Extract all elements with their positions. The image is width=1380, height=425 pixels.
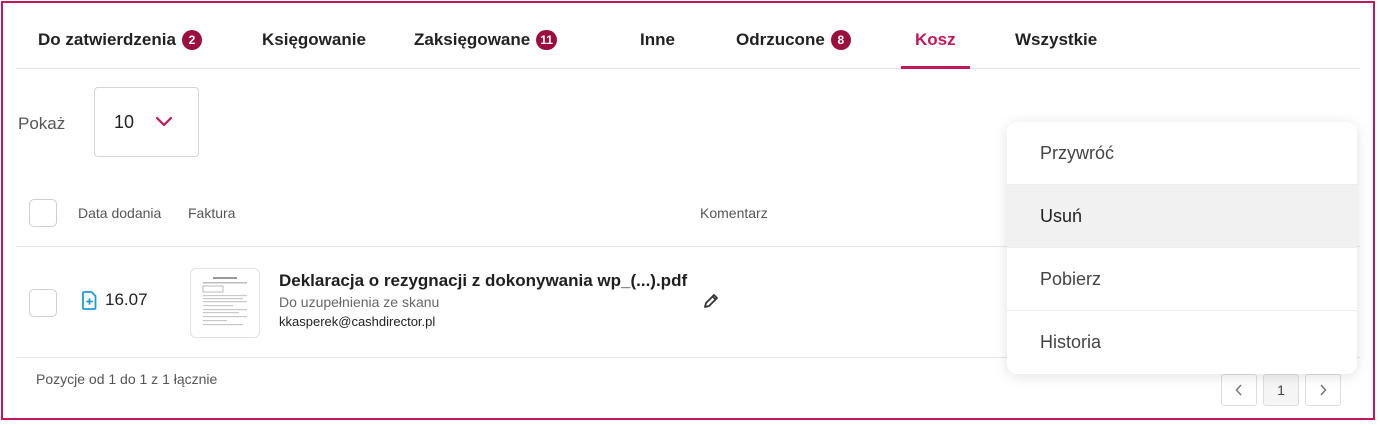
menu-item-history[interactable]: Historia	[1007, 311, 1357, 374]
tab-label: Inne	[640, 30, 675, 49]
tab-bar: Do zatwierdzenia 2 Księgowanie Zaksięgow…	[16, 12, 1360, 69]
chevron-down-icon	[156, 117, 173, 127]
tab-label: Zaksięgowane	[414, 30, 531, 49]
row-checkbox[interactable]	[29, 289, 57, 317]
column-header-invoice[interactable]: Faktura	[188, 205, 235, 221]
tab-odrzucone[interactable]: Odrzucone 8	[736, 12, 851, 68]
column-header-comment[interactable]: Komentarz	[700, 205, 768, 221]
invoice-thumbnail[interactable]	[190, 268, 260, 338]
tab-label: Księgowanie	[262, 30, 366, 49]
invoice-file-name[interactable]: Deklaracja o rezygnacji z dokonywania wp…	[279, 271, 687, 291]
invoice-status: Do uzupełnienia ze skanu	[279, 294, 440, 310]
uploader-email: kkasperek@cashdirector.pl	[279, 314, 436, 329]
select-all-checkbox[interactable]	[29, 199, 57, 227]
tab-count-badge: 8	[830, 30, 851, 50]
chevron-left-icon	[1235, 384, 1242, 396]
tab-label: Do zatwierdzenia	[38, 30, 176, 49]
tab-inne[interactable]: Inne	[640, 12, 675, 68]
document-preview-icon	[199, 273, 251, 333]
tab-wszystkie[interactable]: Wszystkie	[1015, 12, 1097, 68]
tab-label: Odrzucone	[736, 30, 825, 49]
page-button-1[interactable]: 1	[1263, 374, 1299, 406]
date-cell: 16.07	[82, 290, 148, 310]
next-page-button[interactable]	[1305, 374, 1341, 406]
date-added: 16.07	[105, 290, 148, 309]
tab-label: Wszystkie	[1015, 30, 1098, 49]
page-size-label: Pokaż	[18, 114, 66, 133]
column-header-date[interactable]: Data dodania	[78, 205, 161, 221]
tab-ksiegowanie[interactable]: Księgowanie	[262, 12, 366, 68]
tab-count-badge: 2	[181, 30, 202, 50]
row-actions-menu: Przywróć Usuń Pobierz Historia	[1007, 122, 1357, 374]
menu-item-delete[interactable]: Usuń	[1007, 185, 1357, 248]
page-size-value: 10	[114, 111, 135, 132]
menu-item-download[interactable]: Pobierz	[1007, 248, 1357, 311]
tab-count-badge: 11	[536, 30, 557, 50]
tab-zaksiegowane[interactable]: Zaksięgowane 11	[414, 12, 557, 68]
page-number: 1	[1277, 382, 1285, 398]
tab-do-zatwierdzenia[interactable]: Do zatwierdzenia 2	[38, 12, 202, 68]
pagination-summary: Pozycje od 1 do 1 z 1 łącznie	[36, 371, 218, 387]
tab-kosz[interactable]: Kosz	[901, 12, 970, 69]
chevron-right-icon	[1320, 384, 1327, 396]
page-size-select[interactable]: 10	[94, 87, 199, 157]
tab-label: Kosz	[915, 30, 956, 49]
menu-item-restore[interactable]: Przywróć	[1007, 122, 1357, 185]
file-icon	[82, 290, 97, 310]
edit-comment-icon[interactable]	[702, 292, 720, 310]
prev-page-button[interactable]	[1221, 374, 1257, 406]
